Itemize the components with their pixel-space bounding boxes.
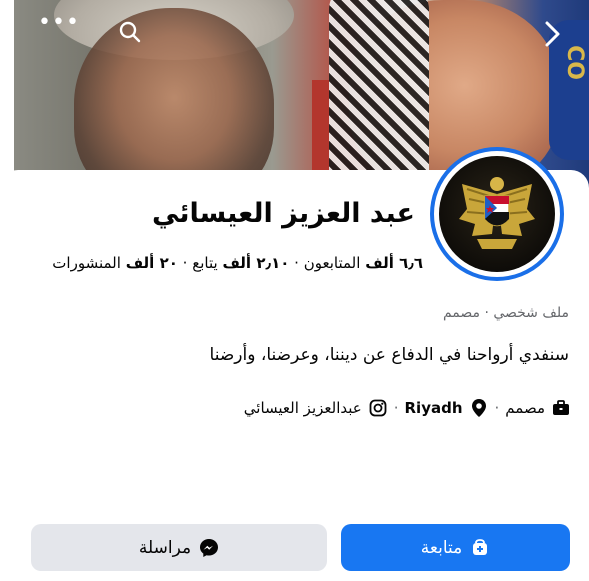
- profile-category: ملف شخصي · مصمم: [442, 305, 569, 321]
- search-icon[interactable]: [118, 20, 142, 44]
- message-label: مراسلة: [138, 537, 192, 558]
- cover-person-right-keffiyeh: [329, 0, 429, 195]
- avatar[interactable]: [430, 147, 564, 281]
- following-count[interactable]: ٢٫١٠ ألف: [222, 254, 289, 272]
- job-title: مصمم: [505, 399, 545, 417]
- chevron-right-icon[interactable]: [541, 20, 563, 48]
- followers-label[interactable]: المتابعون: [304, 254, 361, 272]
- messenger-icon: [199, 538, 219, 558]
- profile-bio: سنفدي أرواحنا في الدفاع عن ديننا، وعرضنا…: [209, 345, 569, 365]
- briefcase-icon: [551, 398, 571, 418]
- details-separator: ·: [494, 399, 500, 417]
- details-separator: ·: [393, 399, 399, 417]
- stats-separator: ·: [294, 254, 299, 272]
- cover-person-left: [74, 8, 274, 195]
- follow-button[interactable]: متابعة: [341, 524, 570, 571]
- cover-sign-text: CO: [561, 45, 587, 80]
- following-label[interactable]: يتابع: [192, 254, 217, 272]
- posts-count: ٢٠ ألف: [125, 254, 178, 272]
- profile-stats: ٦٫٦ ألف المتابعون · ٢٫١٠ ألف يتابع · ٢٠ …: [52, 254, 423, 272]
- message-button[interactable]: مراسلة: [31, 524, 327, 571]
- profile-name: عبد العزيز العيسائي: [152, 198, 415, 229]
- instagram-handle[interactable]: عبدالعزيز العيسائي: [244, 399, 362, 417]
- more-dots-icon[interactable]: •••: [38, 10, 80, 35]
- followers-count[interactable]: ٦٫٦ ألف: [365, 254, 423, 272]
- location-pin-icon: [469, 398, 489, 418]
- location-link[interactable]: Riyadh: [405, 399, 463, 417]
- stats-separator: ·: [182, 254, 188, 272]
- posts-label: المنشورات: [52, 254, 121, 272]
- follow-plus-icon: [470, 538, 490, 558]
- instagram-icon: [368, 398, 388, 418]
- eagle-emblem-icon: [439, 156, 555, 272]
- profile-details: مصمم · Riyadh · عبدالعزيز العيسائي: [244, 398, 571, 418]
- follow-label: متابعة: [420, 537, 463, 558]
